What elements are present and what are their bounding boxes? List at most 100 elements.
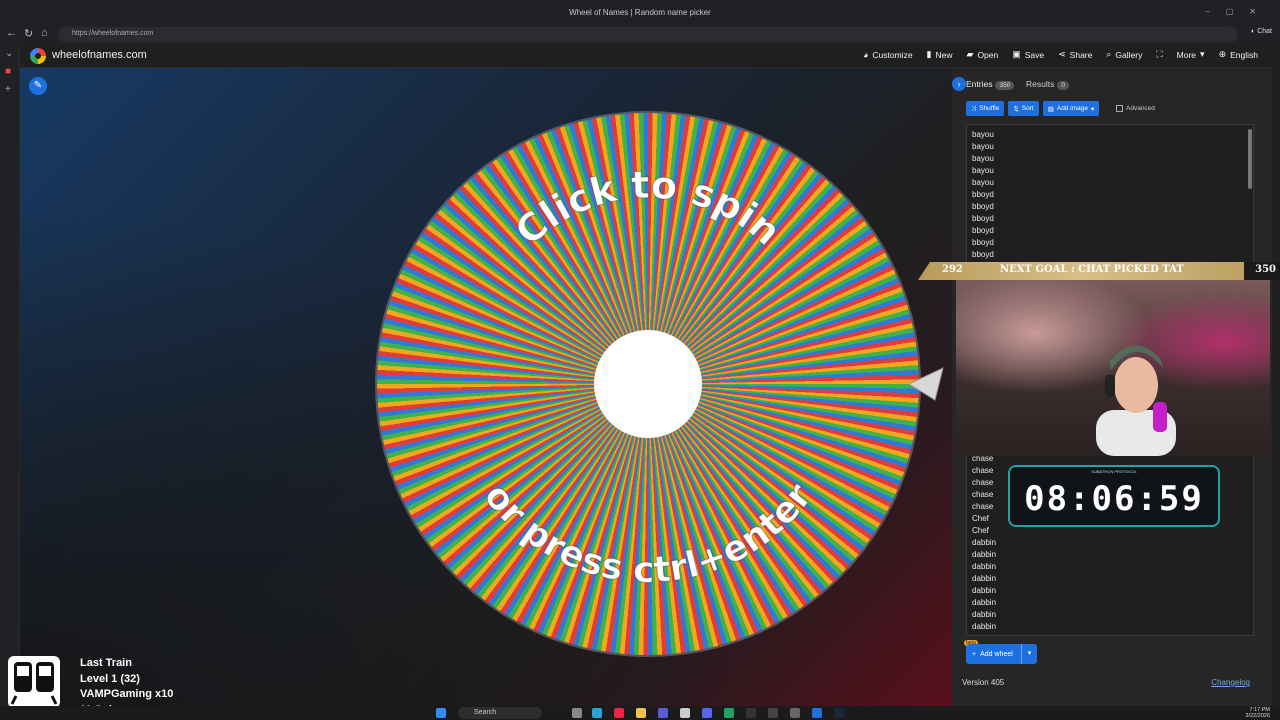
menu-label: Share [1069,49,1093,60]
entry-line[interactable]: dabbin [972,538,996,547]
gallery-button[interactable]: ⌕ Gallery [1106,49,1142,60]
checkbox-box[interactable] [1116,105,1123,112]
teams-icon[interactable] [658,708,668,718]
entry-line[interactable]: dabbin [972,574,996,583]
edge-icon[interactable] [592,708,602,718]
customize-button[interactable]: ◕ Customize [863,49,913,60]
entry-line[interactable]: Chef [972,526,989,535]
advanced-label: Advanced [1126,105,1155,112]
shuffle-button[interactable]: ⤨ Shuffle [966,101,1005,116]
taskview-icon[interactable] [572,708,582,718]
app-icon[interactable] [614,708,624,718]
entry-line[interactable]: dabbin [972,610,996,619]
explorer-icon[interactable] [636,708,646,718]
svg-text:or press ctrl+enter: or press ctrl+enter [476,476,820,591]
folder-icon: ▰ [966,49,974,59]
app-icon[interactable] [768,708,778,718]
open-button[interactable]: ▰ Open [967,49,999,60]
train-line: Last Train [80,657,132,669]
excel-icon[interactable] [724,708,734,718]
app-icon[interactable] [790,708,800,718]
entry-line[interactable]: bayou [972,142,994,151]
taskbar-search[interactable]: Search [458,707,542,719]
system-clock[interactable]: 7:17 PM 3/22/2026 [1246,707,1270,719]
add-image-button[interactable]: ▨ Add image ▾ [1042,101,1100,116]
goal-text: NEXT GOAL : CHAT PICKED TAT [1000,264,1184,275]
advanced-checkbox[interactable]: Advanced [1116,105,1155,112]
chat-button[interactable]: ◐ Chat [1251,28,1272,35]
tab-label: Results [1026,79,1055,89]
chevron-down-icon: ▾ [1200,49,1205,59]
app-icon[interactable] [746,708,756,718]
entry-line[interactable]: bboyd [972,226,994,235]
entry-line[interactable]: bayou [972,166,994,175]
timer-value: 08:06:59 [1024,479,1204,519]
entry-line[interactable]: chase [972,478,993,487]
wheel-stage: ✎ Click to spin or press ctrl+enter [20,68,952,720]
entry-line[interactable]: dabbin [972,586,996,595]
results-count-badge: 0 [1057,81,1069,90]
browser-titlebar: Wheel of Names | Random name picker –▢✕ [0,0,1280,26]
entry-line[interactable]: chase [972,490,993,499]
menu-label: More [1176,49,1197,60]
new-button[interactable]: ▮ New [927,49,953,60]
goal-target: 350 [1244,262,1280,280]
entry-line[interactable]: bboyd [972,202,994,211]
entry-line[interactable]: bayou [972,178,994,187]
collapse-panel-button[interactable]: › [952,77,966,91]
entry-line[interactable]: bayou [972,130,994,139]
entry-line[interactable]: dabbin [972,550,996,559]
browser-sidebar: ⌄ ■ + [0,44,20,720]
chat-label: Chat [1257,28,1272,35]
window-controls[interactable]: –▢✕ [1205,7,1272,16]
more-button[interactable]: More ▾ [1177,49,1205,60]
search-icon: ⌕ [1106,49,1112,59]
save-icon: ▣ [1012,49,1021,59]
entry-line[interactable]: bayou [972,154,994,163]
sort-icon: ⇅ [1013,105,1019,113]
steam-icon[interactable] [834,708,844,718]
back-icon[interactable]: ← [6,27,17,39]
svg-text:Click to spin: Click to spin [507,163,789,254]
chevron-down-icon[interactable]: ▾ [1020,644,1031,664]
tab-icon[interactable]: ■ [5,66,11,77]
entry-line[interactable]: Chef [972,514,989,523]
windows-start-icon[interactable] [436,708,446,718]
chevron-down-icon[interactable]: ⌄ [5,48,13,59]
app-icon[interactable] [680,708,690,718]
entry-line[interactable]: chase [972,466,993,475]
file-icon: ▮ [926,49,932,59]
language-button[interactable]: ⊕ English [1219,49,1258,60]
entry-line[interactable]: dabbin [972,598,996,607]
window-title: Wheel of Names | Random name picker [569,8,711,17]
tab-results[interactable]: Results 0 [1026,79,1069,90]
train-line: Level 1 (32) [80,672,140,685]
entry-line[interactable]: dabbin [972,622,996,631]
entry-line[interactable]: bboyd [972,190,994,199]
site-name[interactable]: wheelofnames.com [52,49,147,61]
changelog-link[interactable]: Changelog [1211,678,1250,687]
entry-line[interactable]: dabbin [972,562,996,571]
menu-label: Customize [872,49,913,60]
taskbar-search-label: Search [474,709,497,716]
discord-icon[interactable] [702,708,712,718]
home-icon[interactable]: ⌂ [41,27,48,39]
clock-date: 3/22/2026 [1245,713,1270,719]
entries-scrollbar[interactable] [1248,129,1252,189]
webcam-feed [956,280,1270,456]
entry-line[interactable]: bboyd [972,250,994,259]
save-button[interactable]: ▣ Save [1012,49,1044,60]
entry-line[interactable]: chase [972,502,993,511]
sort-button[interactable]: ⇅ Sort [1008,101,1039,116]
entry-line[interactable]: bboyd [972,238,994,247]
reload-icon[interactable]: ↻ [24,27,33,40]
tab-entries[interactable]: Entries 350 [966,79,1015,90]
url-field[interactable]: https://wheelofnames.com [58,27,1238,42]
fullscreen-button[interactable]: ⛶ [1156,49,1162,60]
share-button[interactable]: ⋖ Share [1058,49,1092,60]
plus-icon[interactable]: + [5,84,11,95]
app-icon[interactable] [812,708,822,718]
add-wheel-button[interactable]: + Add wheel ▾ [966,644,1038,664]
logo-icon[interactable] [30,48,46,64]
entry-line[interactable]: bboyd [972,214,994,223]
